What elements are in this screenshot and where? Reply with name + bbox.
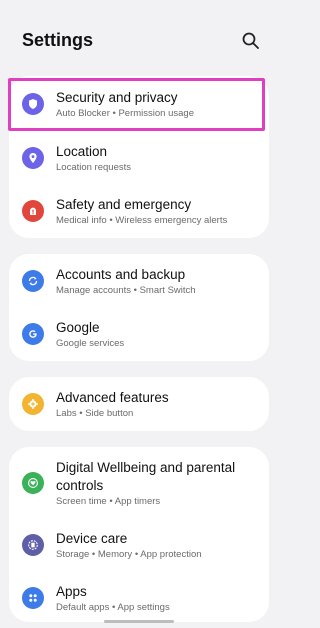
item-label: Device care (56, 531, 128, 546)
location-pin-icon (22, 147, 44, 169)
item-label: Advanced features (56, 390, 169, 405)
page-title: Settings (22, 30, 94, 50)
gear-plus-icon (22, 393, 44, 415)
accounts-and-backup-item[interactable]: Accounts and backup Manage accounts • Sm… (9, 254, 269, 308)
item-subtitle: Manage accounts • Smart Switch (56, 285, 196, 296)
item-subtitle: Location requests (56, 162, 131, 173)
advanced-features-item[interactable]: Advanced features Labs • Side button (9, 377, 269, 431)
header: Settings (0, 0, 278, 74)
settings-group-3: Advanced features Labs • Side button (9, 377, 269, 431)
google-item[interactable]: Google Google services (9, 308, 269, 361)
item-subtitle: Screen time • App timers (56, 496, 161, 507)
sync-icon (22, 270, 44, 292)
search-icon[interactable] (241, 31, 261, 51)
item-subtitle: Labs • Side button (56, 408, 134, 419)
device-care-item[interactable]: Device care Storage • Memory • App prote… (9, 519, 269, 571)
apps-item[interactable]: Apps Default apps • App settings (9, 571, 269, 622)
apps-grid-icon (22, 587, 44, 609)
settings-group-4: Digital Wellbeing and parental controls … (9, 447, 269, 622)
item-label: Apps (56, 584, 87, 599)
item-subtitle: Default apps • App settings (56, 602, 170, 613)
item-label-continued: controls (56, 478, 104, 493)
highlight-box (8, 78, 265, 131)
item-label: Google (56, 320, 100, 335)
device-care-icon (22, 534, 44, 556)
item-label: Safety and emergency (56, 197, 192, 212)
item-label: Location (56, 144, 108, 159)
safety-and-emergency-item[interactable]: Safety and emergency Medical info • Wire… (9, 185, 269, 238)
settings-screen: Settings Security and privacy Auto Block… (0, 0, 278, 628)
settings-group-2: Accounts and backup Manage accounts • Sm… (9, 254, 269, 361)
location-item[interactable]: Location Location requests (9, 132, 269, 185)
heart-circle-icon (22, 472, 44, 494)
item-subtitle: Storage • Memory • App protection (56, 549, 202, 560)
item-label: Accounts and backup (56, 267, 186, 282)
item-label: Digital Wellbeing and parental (56, 460, 236, 475)
item-subtitle: Google services (56, 338, 125, 349)
alert-icon (22, 200, 44, 222)
google-icon (22, 323, 44, 345)
home-indicator (104, 620, 174, 623)
item-subtitle: Medical info • Wireless emergency alerts (56, 215, 228, 226)
digital-wellbeing-item[interactable]: Digital Wellbeing and parental controls … (9, 447, 269, 519)
